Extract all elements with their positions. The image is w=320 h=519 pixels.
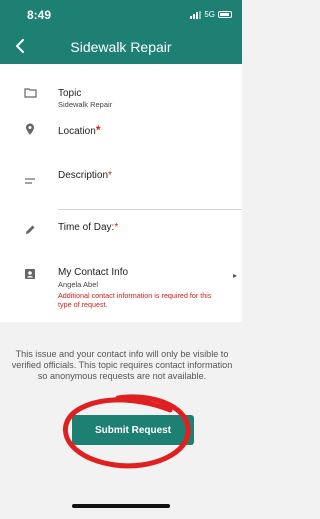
signal-icon <box>190 10 202 19</box>
status-bar: 8:49 5G <box>0 0 242 30</box>
description-required-mark: * <box>108 170 112 181</box>
text-lines-icon <box>23 174 37 188</box>
page-title: Sidewalk Repair <box>70 39 172 55</box>
status-indicators: 5G <box>190 10 232 19</box>
battery-icon <box>218 11 232 18</box>
pencil-icon <box>23 222 37 236</box>
app-bar: Sidewalk Repair <box>0 30 242 64</box>
network-type: 5G <box>204 10 215 19</box>
submit-request-button[interactable]: Submit Request <box>72 415 194 445</box>
request-form: Topic Sidewalk Repair Location* Descript… <box>0 64 242 282</box>
description-row[interactable]: Description* <box>0 164 242 210</box>
location-required-mark: * <box>95 123 101 137</box>
contact-info-row[interactable]: My Contact Info Angela Abel ▸ Additional… <box>0 264 242 322</box>
home-indicator <box>72 504 170 508</box>
contact-info-label: My Contact Info <box>58 267 129 278</box>
folder-icon <box>23 85 37 99</box>
contact-card-icon <box>23 267 37 281</box>
description-divider <box>58 209 242 210</box>
time-of-day-row[interactable]: Time of Day:* <box>0 216 242 242</box>
time-of-day-required-mark: * <box>114 222 119 233</box>
contact-name: Angela Abel <box>58 280 99 289</box>
topic-row[interactable]: Topic Sidewalk Repair <box>0 64 242 109</box>
time-of-day-label: Time of Day:* <box>58 222 119 233</box>
contact-error-message: Additional contact information is requir… <box>58 291 212 309</box>
location-pin-icon <box>23 122 37 136</box>
location-row[interactable]: Location* <box>0 118 242 144</box>
topic-value: Sidewalk Repair <box>58 100 113 109</box>
chevron-right-icon: ▸ <box>232 271 237 280</box>
status-time: 8:49 <box>27 8 52 22</box>
topic-label: Topic <box>58 88 82 99</box>
description-label: Description* <box>58 170 112 181</box>
location-label: Location* <box>58 123 101 137</box>
privacy-notice: This issue and your contact info will on… <box>11 349 233 381</box>
